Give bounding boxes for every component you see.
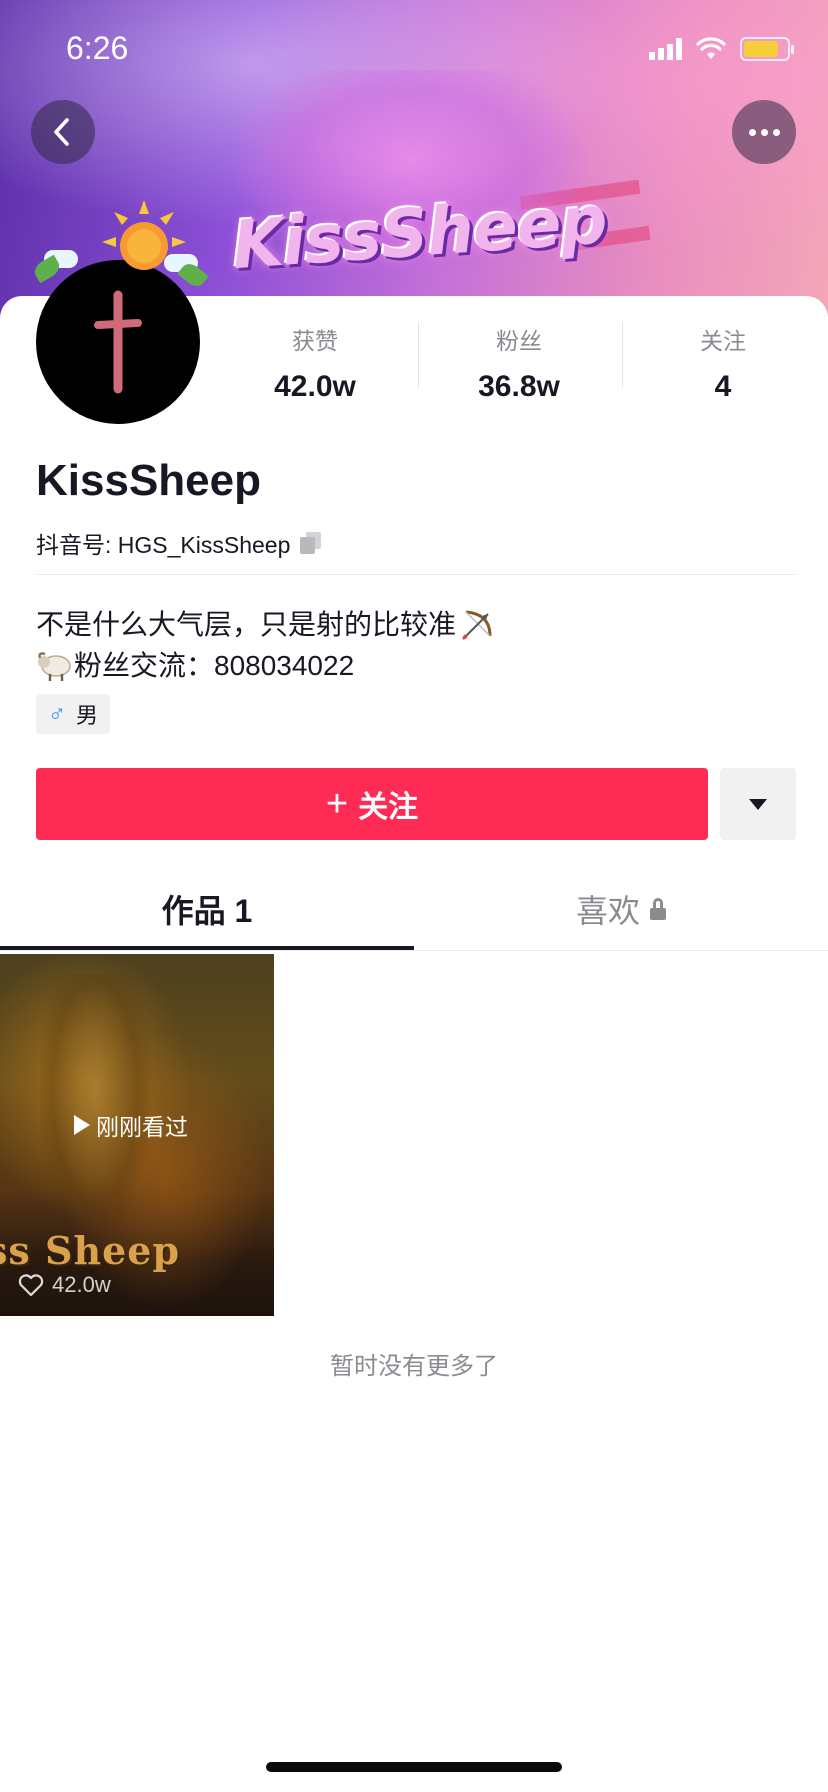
avatar-container[interactable] [30, 190, 210, 430]
follow-label: 关注 [358, 791, 419, 824]
divider [418, 322, 419, 388]
video-likes-count: 42.0w [52, 1272, 111, 1297]
video-thumbnail[interactable]: 刚刚看过 ss Sheep 42.0w [0, 954, 274, 1316]
signal-icon [649, 38, 682, 60]
stat-fans[interactable]: 粉丝 36.8w [424, 322, 614, 404]
bio-line: 不是什么大气层，只是射的比较准 [36, 604, 494, 645]
tab-likes[interactable]: 喜欢 [414, 886, 828, 932]
gender-label: 男 [76, 703, 99, 728]
watched-label: 刚刚看过 [96, 1114, 188, 1140]
divider [0, 950, 828, 951]
video-overlay-text: ss Sheep [0, 1228, 181, 1273]
lock-icon [650, 898, 666, 920]
divider [622, 322, 623, 388]
caret-down-icon [749, 798, 767, 810]
ram-icon [38, 651, 71, 681]
divider [36, 574, 796, 575]
stat-label: 获赞 [292, 328, 338, 354]
battery-level [744, 41, 778, 57]
battery-icon [740, 37, 794, 61]
watched-badge: 刚刚看过 [74, 1108, 188, 1142]
stat-value: 4 [714, 370, 732, 403]
avatar [36, 260, 200, 424]
douyin-id: 抖音号: HGS_KissSheep [36, 526, 322, 560]
stat-value: 42.0w [274, 370, 356, 403]
bio-line: 粉丝交流：808034022 [36, 645, 494, 686]
copy-icon[interactable] [300, 532, 322, 554]
heart-icon [18, 1274, 44, 1297]
male-icon: ♂ [48, 700, 66, 727]
plus-icon: + [325, 783, 349, 825]
play-icon [74, 1115, 90, 1135]
status-time: 6:26 [66, 30, 129, 66]
no-more-text: 暂时没有更多了 [330, 1353, 498, 1380]
follow-button[interactable]: + 关注 [36, 768, 708, 840]
wifi-icon [696, 37, 726, 59]
tab-label: 作品 1 [161, 893, 253, 929]
chevron-left-icon [54, 118, 69, 146]
bio-text: 不是什么大气层，只是射的比较准 [36, 609, 457, 640]
back-button[interactable] [31, 100, 95, 164]
stat-likes[interactable]: 获赞 42.0w [220, 322, 410, 404]
more-options-button[interactable] [732, 100, 796, 164]
stat-label: 关注 [700, 328, 746, 354]
bio-text: 粉丝交流：808034022 [74, 650, 355, 681]
cross-avatar [94, 290, 142, 394]
home-indicator[interactable] [266, 1762, 562, 1772]
stat-following[interactable]: 关注 4 [628, 322, 818, 404]
douyin-id-text: 抖音号: HGS_KissSheep [36, 532, 291, 558]
stat-value: 36.8w [478, 370, 560, 403]
tab-label: 喜欢 [575, 893, 640, 929]
more-dots-icon [748, 128, 780, 136]
bow-arrow-icon [462, 610, 492, 640]
tab-works[interactable]: 作品 1 [0, 886, 414, 932]
profile-name: KissSheep [36, 456, 261, 505]
status-icons [649, 34, 794, 64]
gender-tag: ♂ 男 [36, 694, 111, 734]
video-likes: 42.0w [18, 1272, 111, 1298]
profile-bio: 不是什么大气层，只是射的比较准 粉丝交流：808034022 [36, 604, 494, 686]
stat-label: 粉丝 [496, 328, 542, 354]
recommend-dropdown-button[interactable] [720, 768, 796, 840]
